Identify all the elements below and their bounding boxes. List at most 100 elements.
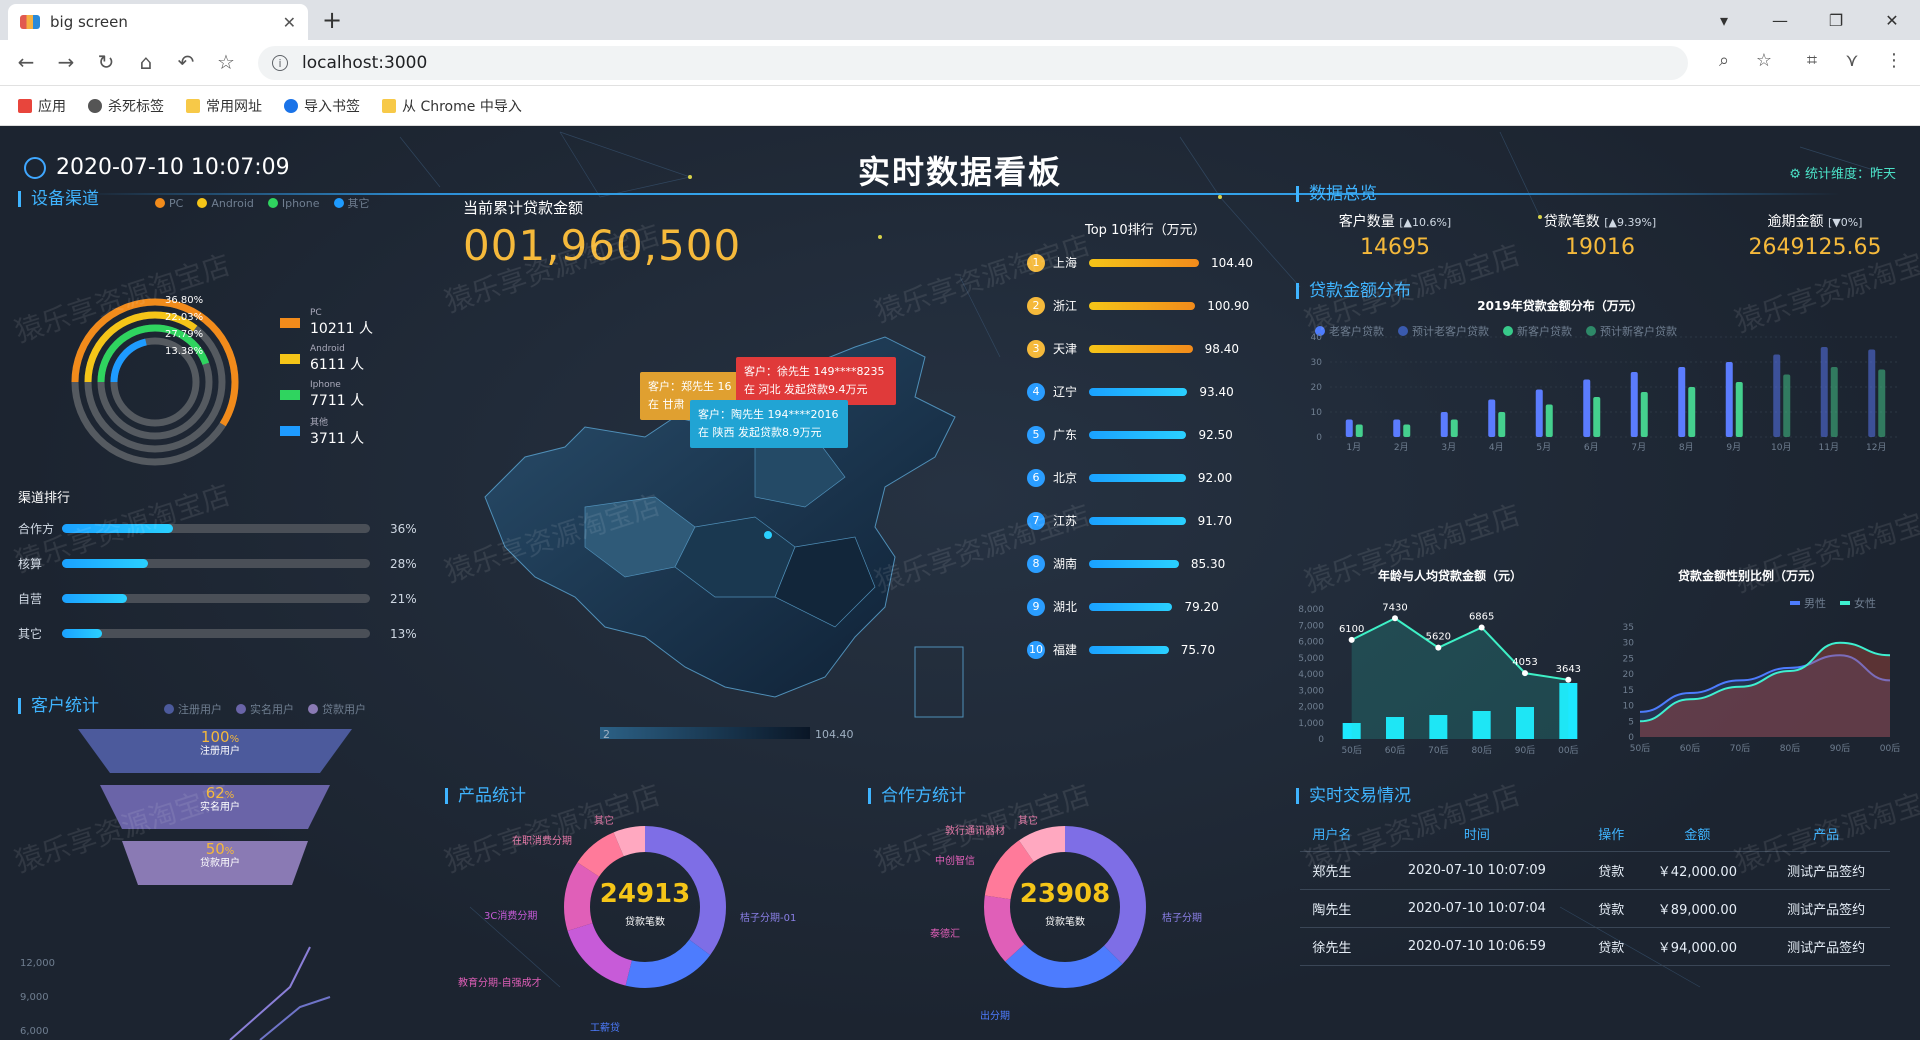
bookmark-common-sites[interactable]: 常用网址: [186, 96, 262, 116]
bookmark-star-icon[interactable]: ☆: [212, 50, 240, 74]
table-row[interactable]: 郑先生 2020-07-10 10:07:09 贷款 ￥42,000.00 测试产品签约: [1300, 851, 1890, 890]
close-window-button[interactable]: ✕: [1864, 11, 1920, 30]
back-icon[interactable]: ←: [12, 50, 40, 74]
map-marker-icon[interactable]: [764, 531, 772, 539]
map-visual-range[interactable]: [600, 727, 810, 739]
table-row[interactable]: 徐先生 2020-07-10 10:06:59 贷款 ￥94,000.00 测试产品签约: [1300, 927, 1890, 966]
other-swatch-icon: [280, 426, 300, 436]
bar-old: [1583, 379, 1591, 437]
bar-new: [1545, 404, 1553, 437]
legend-item[interactable]: 实名用户: [236, 701, 294, 717]
x-tick-label: 00后: [1558, 745, 1578, 756]
top10-row[interactable]: 6 北京 92.00: [1027, 456, 1253, 499]
product-label: 在职消费分期: [512, 836, 572, 847]
menu-icon[interactable]: ⋮: [1880, 50, 1908, 71]
channel-pct: 28%: [390, 556, 417, 571]
stat-dimension[interactable]: ⚙ 统计维度：昨天: [1789, 163, 1896, 182]
y-tick-label: 25: [1623, 654, 1634, 664]
legend-dot-icon: [164, 704, 174, 714]
channel-fill: [62, 524, 173, 533]
channel-name: 自营: [18, 592, 43, 606]
bar-old: [1488, 399, 1496, 437]
legend-dot-icon: [333, 198, 344, 208]
legend-item[interactable]: Iphone: [267, 195, 320, 211]
bookmark-import-chrome[interactable]: 从 Chrome 中导入: [382, 96, 522, 116]
customer-trend-lines: [229, 946, 331, 1040]
forward-icon[interactable]: →: [52, 50, 80, 74]
x-tick-label: 7月: [1631, 442, 1646, 453]
top10-row[interactable]: 8 湖南 85.30: [1027, 542, 1253, 585]
channel-track: [62, 594, 370, 603]
bookmarks-bar: 应用 杀死标签 常用网址 导入书签 从 Chrome 中导入: [0, 86, 1920, 126]
extensions-icon[interactable]: ⋎: [1838, 50, 1866, 71]
channel-title: 渠道排行: [18, 491, 71, 506]
top10-row[interactable]: 7 江苏 91.70: [1027, 499, 1253, 542]
legend-item[interactable]: PC: [155, 195, 183, 211]
top10-row[interactable]: 10 福建 75.70: [1027, 628, 1253, 671]
bookmark-kill-tabs[interactable]: 杀死标签: [88, 96, 164, 116]
top10-row[interactable]: 5 广东 92.50: [1027, 413, 1253, 456]
legend-line-icon: [1790, 601, 1800, 605]
x-tick-label: 60后: [1385, 745, 1405, 756]
y-tick-label: 4,000: [1298, 670, 1324, 680]
legend-item[interactable]: 贷款用户: [308, 701, 366, 717]
top10-row[interactable]: 3 天津 98.40: [1027, 327, 1253, 370]
top10-row[interactable]: 9 湖北 79.20: [1027, 585, 1253, 628]
browser-tab[interactable]: big screen ✕: [8, 4, 308, 40]
province-name: 福建: [1053, 643, 1078, 657]
data-label: 6865: [1469, 611, 1494, 622]
bar-new: [1688, 387, 1696, 437]
top10-title: Top 10排行（万元）: [1085, 223, 1206, 238]
top10-row[interactable]: 1 上海 104.40: [1027, 241, 1253, 284]
product-label: 工薪贷: [590, 1023, 620, 1034]
bar-new: [1450, 419, 1458, 437]
x-tick-label: 8月: [1679, 442, 1694, 453]
age-line-chart: 8,000 7,000 6,000 5,000 4,000 3,000 2,000 1,000…: [1298, 602, 1581, 756]
table-row[interactable]: 陶先生 2020-07-10 10:07:04 贷款 ￥89,000.00 测试产品签约: [1300, 889, 1890, 928]
x-tick-label: 5月: [1536, 442, 1551, 453]
col-header: 产品: [1762, 817, 1890, 852]
legend-item[interactable]: 注册用户: [164, 701, 222, 717]
customer-y-axis: 12,000 9,000 6,000: [20, 958, 55, 1037]
browser-tab-bar: big screen ✕ + ▾ — ❐ ✕: [0, 0, 1920, 40]
zoom-icon[interactable]: ⌕: [1710, 50, 1738, 71]
channel-name: 核算: [18, 557, 43, 571]
undo-icon[interactable]: ↶: [172, 50, 200, 74]
site-info-icon[interactable]: i: [272, 55, 288, 71]
new-tab-button[interactable]: +: [322, 6, 342, 34]
legend-item[interactable]: Android: [197, 195, 254, 211]
stat-customers: 客户数量 [▲10.6%] 14695: [1338, 214, 1452, 260]
rank-bar: [1089, 301, 1196, 310]
rank-bar: [1089, 602, 1173, 611]
bar-old: [1773, 354, 1781, 437]
bar-new: [1783, 374, 1791, 437]
bookmark-apps[interactable]: 应用: [18, 96, 66, 116]
top10-ranking: 1 上海 104.40 2 浙江 100.90 3 天津 98.40 4 辽宁 93.40 5 广东 92.…: [1027, 241, 1253, 671]
home-icon[interactable]: ⌂: [132, 50, 160, 74]
minimize-button[interactable]: —: [1752, 11, 1808, 30]
age-point: [1435, 644, 1442, 651]
data-label: 5620: [1426, 632, 1451, 643]
stat-overdue: 逾期金额 [▼0%] 2649125.65: [1748, 214, 1882, 260]
crop-icon[interactable]: ⌗: [1798, 50, 1826, 71]
y-tick-label: 0: [1628, 733, 1634, 743]
tab-search-icon[interactable]: ▾: [1696, 11, 1752, 30]
legend-item[interactable]: 其它: [333, 195, 370, 211]
partner-label: 出分期: [980, 1011, 1010, 1022]
age-area: [1351, 618, 1569, 739]
maximize-button[interactable]: ❐: [1808, 11, 1864, 30]
legend-dot-icon: [197, 198, 208, 208]
top10-row[interactable]: 2 浙江 100.90: [1027, 284, 1253, 327]
product-section-title: 产品统计: [445, 788, 526, 805]
close-tab-icon[interactable]: ✕: [283, 13, 296, 32]
loan-amount: 001,960,500: [463, 221, 742, 270]
x-tick-label: 60后: [1680, 743, 1700, 754]
bookmark-import[interactable]: 导入书签: [284, 96, 360, 116]
star-icon[interactable]: ☆: [1750, 50, 1778, 71]
age-point: [1522, 670, 1528, 677]
url-input[interactable]: i localhost:3000: [258, 46, 1688, 80]
reload-icon[interactable]: ↻: [92, 50, 120, 74]
x-tick-label: 80后: [1780, 743, 1800, 754]
bar-old: [1630, 372, 1638, 437]
top10-row[interactable]: 4 辽宁 93.40: [1027, 370, 1253, 413]
